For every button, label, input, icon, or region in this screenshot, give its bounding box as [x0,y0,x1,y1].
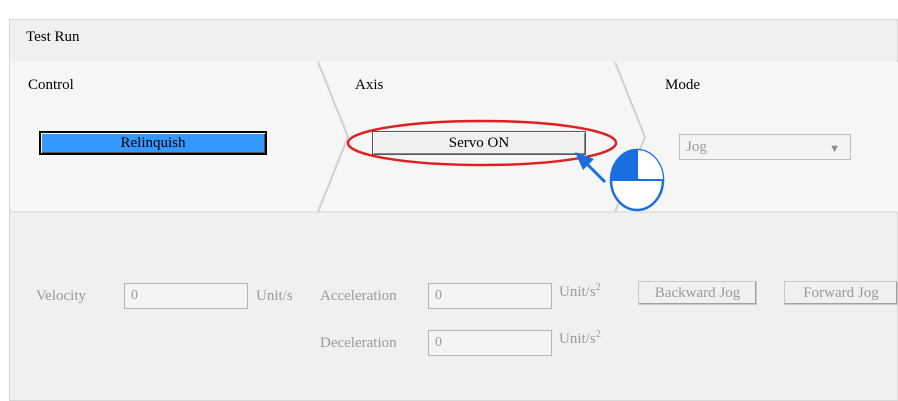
click-indicator-icon [609,148,665,212]
highlight-ellipse [346,119,618,167]
annotation-overlay [346,119,665,212]
